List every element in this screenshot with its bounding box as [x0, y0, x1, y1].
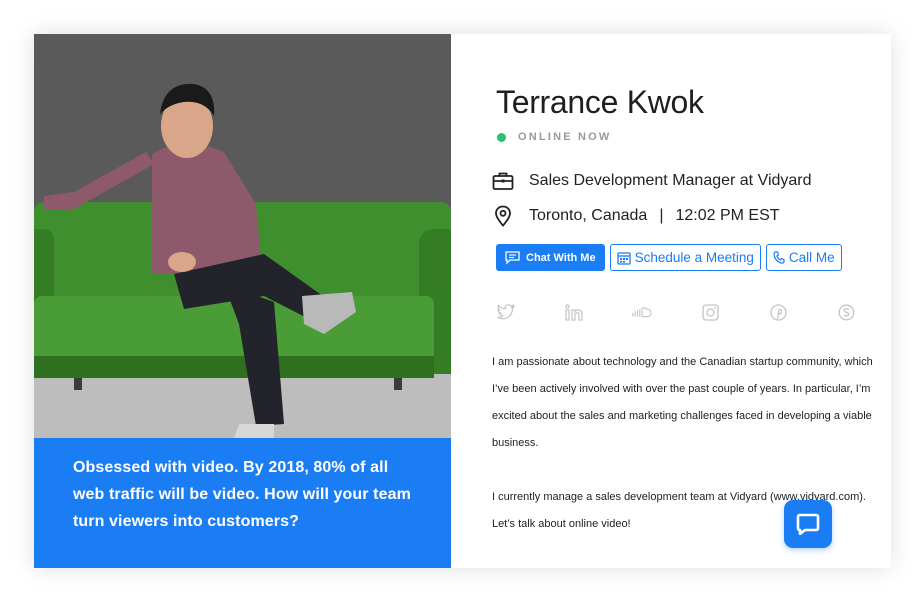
online-status: ONLINE NOW [497, 131, 612, 143]
online-dot-icon [497, 132, 506, 142]
phone-icon [773, 251, 785, 264]
schedule-button-label: Schedule a Meeting [634, 250, 754, 265]
profile-name: Terrance Kwok [496, 84, 704, 120]
briefcase-icon [492, 170, 514, 192]
job-title: Sales Development Manager at Vidyard [529, 172, 812, 189]
action-buttons: Chat With Me Schedule a Meeting Call Me [496, 244, 842, 271]
right-panel: Terrance Kwok ONLINE NOW Sales Developme… [451, 34, 891, 568]
pinterest-icon[interactable] [768, 302, 788, 322]
call-me-button[interactable]: Call Me [765, 244, 842, 271]
quote-banner: Obsessed with video. By 2018, 80% of all… [34, 438, 451, 568]
linkedin-icon[interactable] [564, 302, 584, 322]
profile-photo [34, 34, 451, 438]
call-button-label: Call Me [788, 250, 835, 265]
location-row: Toronto, Canada | 12:02 PM EST [492, 205, 780, 227]
chat-with-me-button[interactable]: Chat With Me [496, 244, 605, 271]
status-text: ONLINE NOW [518, 131, 612, 143]
location-text: Toronto, Canada [529, 207, 648, 224]
profile-card: Obsessed with video. By 2018, 80% of all… [34, 34, 891, 568]
chat-bubble-icon [796, 513, 820, 535]
chat-button-label: Chat With Me [526, 251, 596, 264]
job-title-row: Sales Development Manager at Vidyard [492, 170, 812, 192]
soundcloud-icon[interactable] [632, 302, 652, 322]
twitter-icon[interactable] [496, 302, 516, 322]
social-links [496, 302, 856, 322]
left-panel: Obsessed with video. By 2018, 80% of all… [34, 34, 451, 568]
info-separator: | [659, 207, 664, 224]
chat-launcher-button[interactable] [784, 500, 832, 548]
bio-paragraph: I am passionate about technology and the… [492, 356, 873, 449]
quote-text: Obsessed with video. By 2018, 80% of all… [73, 459, 411, 530]
local-time: 12:02 PM EST [675, 207, 780, 224]
chat-bubble-icon [505, 251, 520, 264]
instagram-icon[interactable] [700, 302, 720, 322]
skype-icon[interactable] [836, 302, 856, 322]
location-pin-icon [492, 205, 514, 227]
schedule-meeting-button[interactable]: Schedule a Meeting [609, 244, 761, 271]
calendar-icon [616, 251, 631, 265]
